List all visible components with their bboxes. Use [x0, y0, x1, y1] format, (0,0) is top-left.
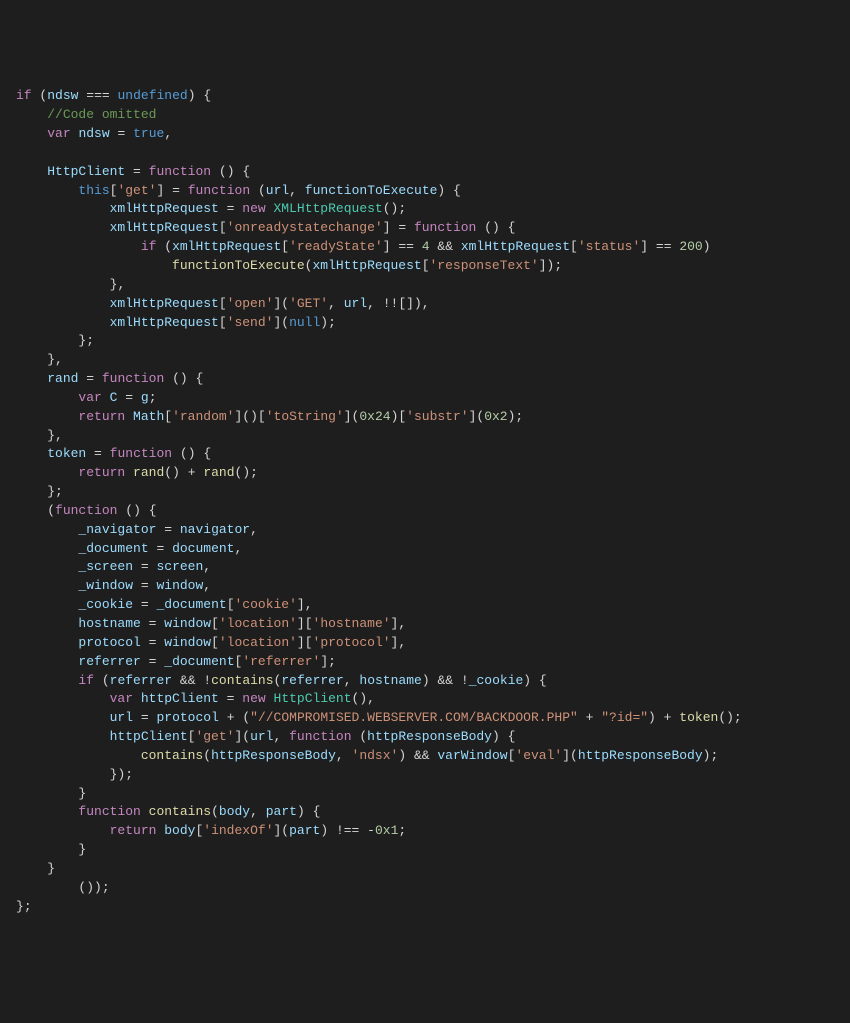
code-block: if (ndsw === undefined) { //Code omitted…	[16, 87, 834, 916]
var-ndsw: ndsw	[47, 88, 78, 103]
keyword-if: if	[16, 88, 32, 103]
comment: //Code omitted	[47, 107, 156, 122]
undefined: undefined	[117, 88, 187, 103]
